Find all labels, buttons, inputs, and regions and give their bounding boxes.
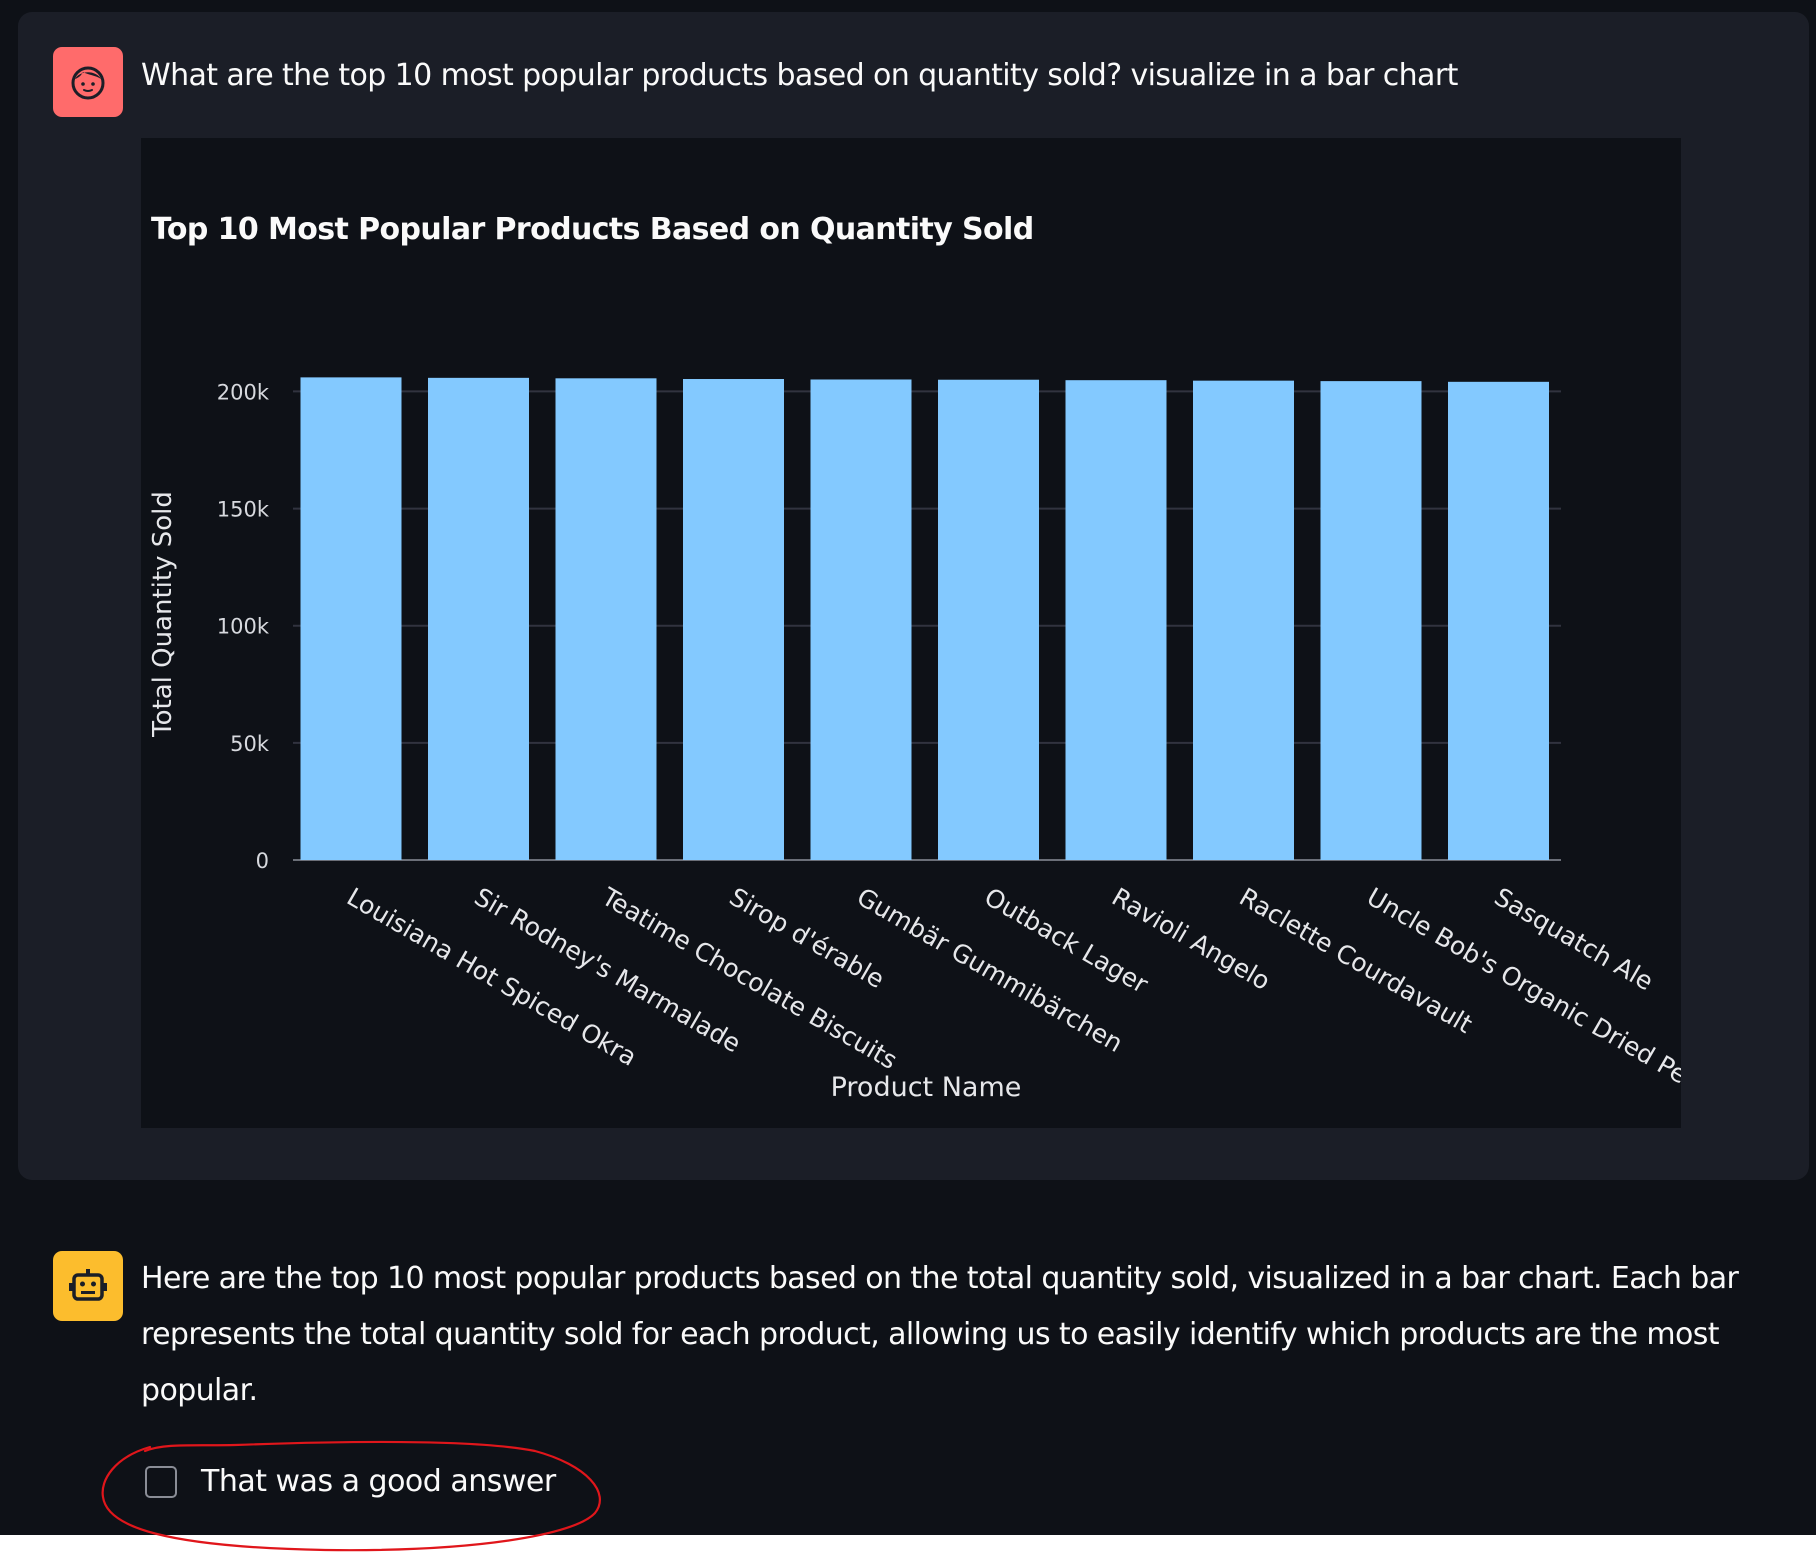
- bar: [1320, 381, 1422, 860]
- bar-chart: Top 10 Most Popular Products Based on Qu…: [141, 138, 1681, 1128]
- bar: [938, 379, 1039, 860]
- bar: [810, 379, 912, 860]
- bar: [300, 377, 402, 860]
- bar: [1193, 380, 1294, 860]
- user-message-text: What are the top 10 most popular product…: [141, 58, 1458, 93]
- bar: [428, 377, 529, 860]
- bar: [683, 379, 784, 860]
- y-tick-label: 0: [256, 849, 269, 873]
- y-tick-label: 50k: [230, 732, 270, 756]
- y-axis-title: Total Quantity Sold: [148, 491, 178, 738]
- user-face-icon: [71, 66, 105, 100]
- x-axis-title: Product Name: [831, 1072, 1022, 1103]
- bar: [555, 378, 657, 860]
- assistant-message-text: Here are the top 10 most popular product…: [141, 1261, 1739, 1408]
- x-tick-label: Raclette Courdavault: [1235, 882, 1478, 1039]
- bar: [1065, 380, 1167, 860]
- user-avatar: [53, 47, 123, 117]
- y-tick-label: 200k: [217, 380, 270, 404]
- y-tick-label: 100k: [217, 615, 270, 639]
- bar: [1448, 381, 1549, 860]
- chat-app: What are the top 10 most popular product…: [0, 0, 1816, 1535]
- chart-plot: 050k100k150k200kLouisiana Hot Spiced Okr…: [148, 377, 1681, 1109]
- feedback-checkbox-row[interactable]: That was a good answer: [145, 1464, 556, 1499]
- good-answer-label[interactable]: That was a good answer: [201, 1464, 556, 1499]
- y-tick-label: 150k: [217, 498, 270, 522]
- assistant-avatar: [53, 1251, 123, 1321]
- good-answer-checkbox[interactable]: [145, 1465, 177, 1498]
- robot-icon: [69, 1269, 107, 1301]
